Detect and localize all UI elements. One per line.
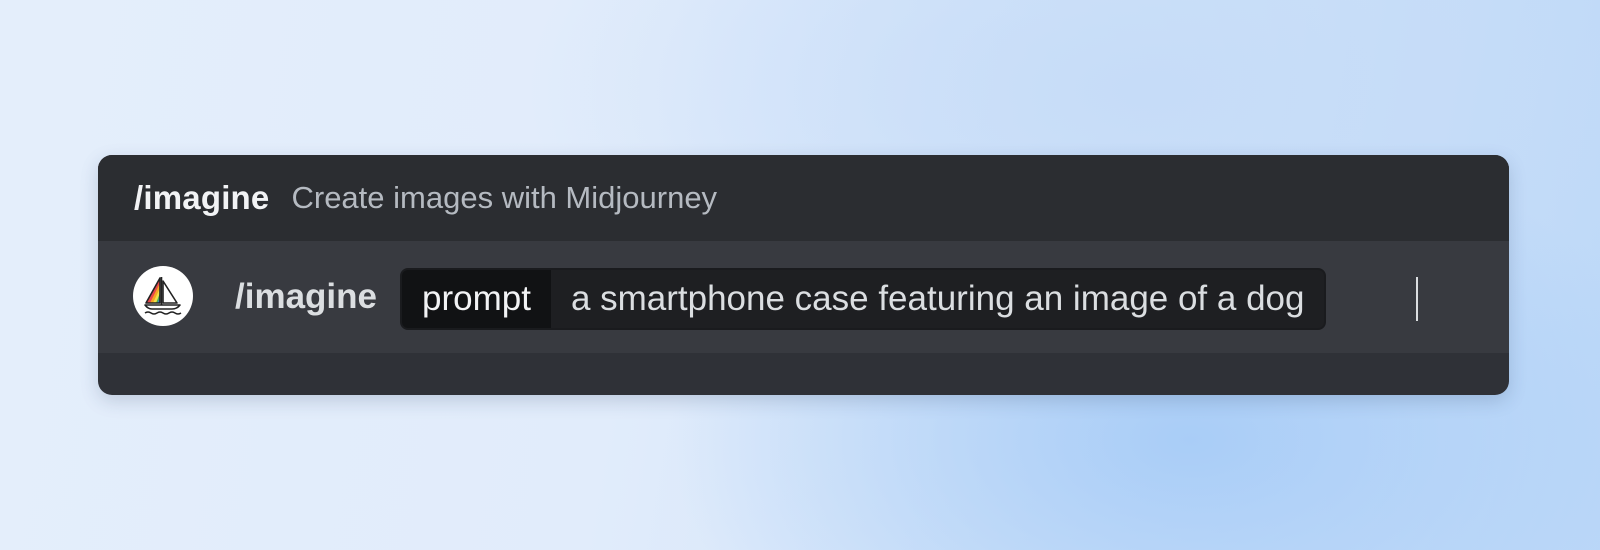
slash-command-popup: /imagine Create images with Midjourney /… (98, 155, 1509, 395)
prompt-text-input[interactable]: a smartphone case featuring an image of … (551, 270, 1325, 328)
midjourney-bot-avatar (133, 266, 193, 326)
composer-command: /imagine (235, 277, 377, 316)
message-composer[interactable]: /imagine prompt a smartphone case featur… (98, 241, 1509, 353)
option-name-label: prompt (402, 270, 551, 328)
prompt-option-field[interactable]: prompt a smartphone case featuring an im… (400, 268, 1327, 330)
sailboat-icon (144, 277, 182, 315)
text-cursor (1416, 277, 1418, 321)
command-suggestion-item[interactable]: /imagine Create images with Midjourney (98, 155, 1509, 241)
suggestion-command-description: Create images with Midjourney (291, 180, 718, 215)
suggestion-command-name: /imagine (134, 179, 270, 216)
